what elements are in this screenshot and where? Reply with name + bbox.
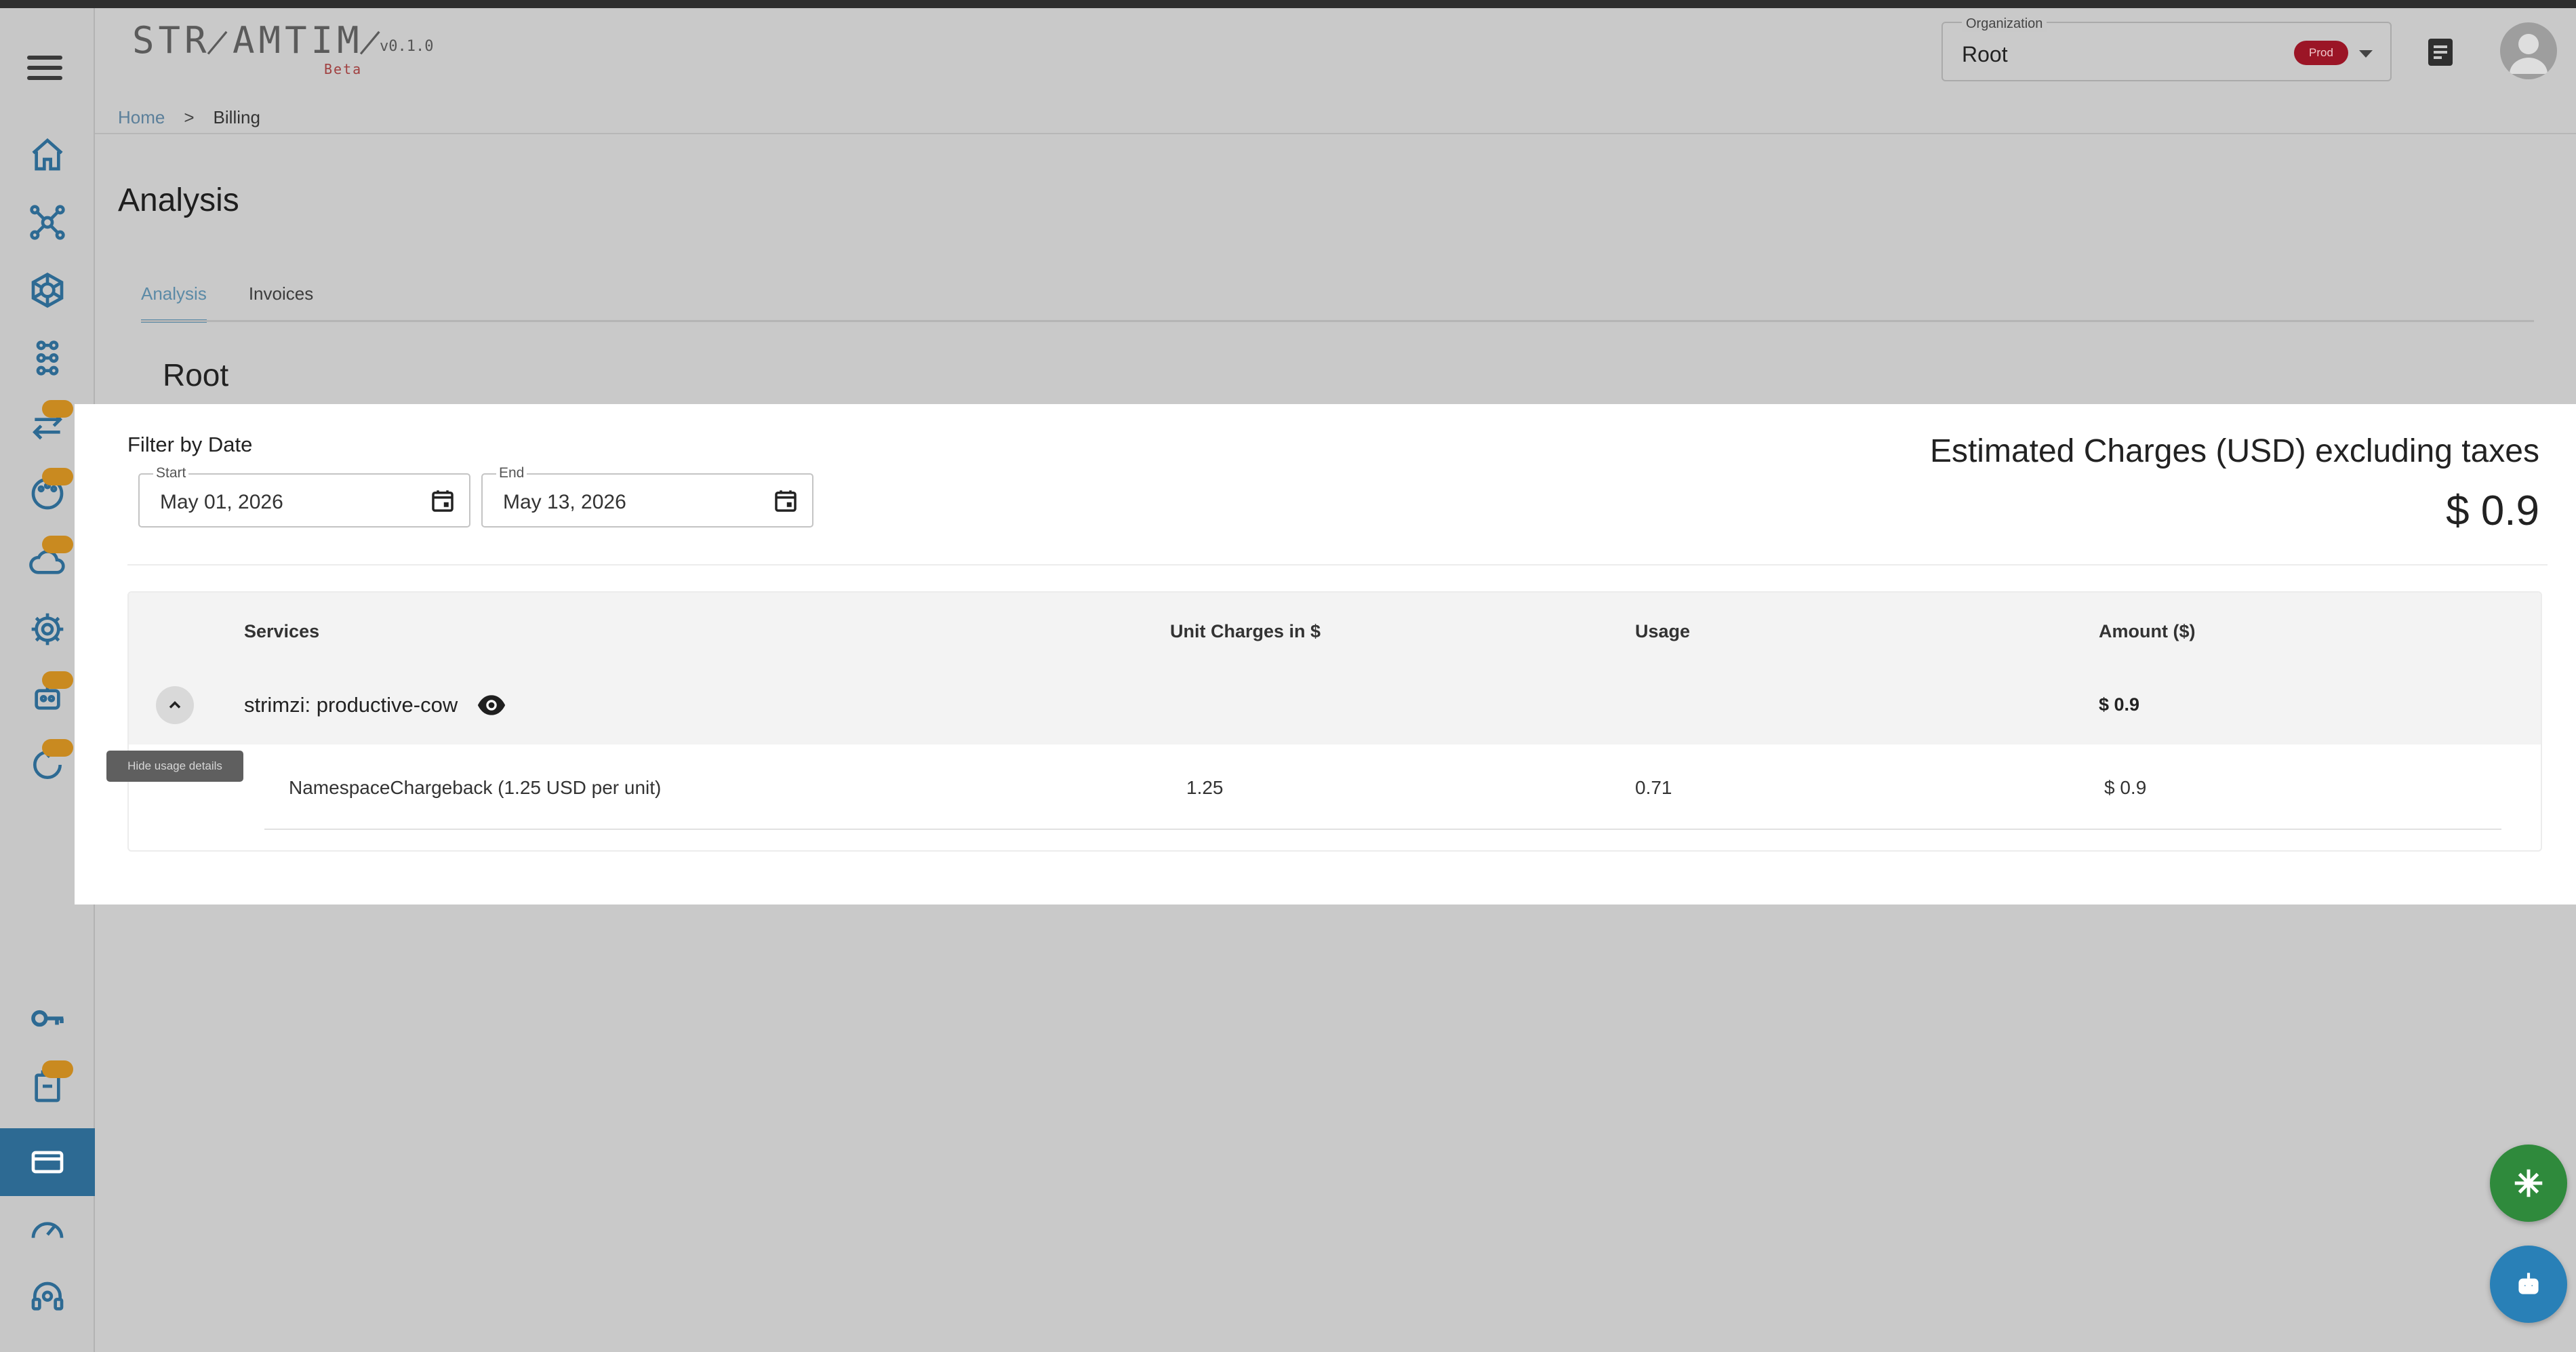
start-date-label: Start bbox=[153, 465, 189, 481]
speed-icon bbox=[31, 1222, 64, 1238]
sidebar-item-speed[interactable] bbox=[0, 1196, 95, 1264]
notification-badge bbox=[42, 536, 73, 553]
estimated-charges-label: Estimated Charges (USD) excluding taxes bbox=[1929, 433, 2539, 469]
billing-analysis-panel: Filter by Date Start May 01, 2026 End Ma… bbox=[75, 404, 2576, 904]
sidebar-item-cluster[interactable] bbox=[0, 324, 95, 392]
support-icon bbox=[31, 1281, 64, 1311]
logo-version: v0.1.0 bbox=[380, 38, 434, 55]
estimated-charges-value: $ 0.9 bbox=[2446, 488, 2539, 534]
sidebar-item-network[interactable] bbox=[0, 188, 95, 256]
row-divider bbox=[264, 829, 2501, 830]
breadcrumb-divider bbox=[95, 133, 2576, 134]
document-icon[interactable] bbox=[2427, 37, 2454, 67]
cluster-icon bbox=[36, 340, 59, 376]
column-header-usage: Usage bbox=[1635, 621, 1691, 641]
organization-label: Organization bbox=[1962, 16, 2047, 32]
end-date-field[interactable]: End May 13, 2026 bbox=[481, 465, 813, 528]
row-unit-charge: 1.25 bbox=[1186, 777, 1224, 798]
tab-invoices[interactable]: Invoices bbox=[249, 283, 313, 323]
organization-heading: Root bbox=[163, 357, 229, 393]
credit-card-icon bbox=[31, 1151, 64, 1174]
tooltip: Hide usage details bbox=[106, 751, 243, 782]
helm-wheel-icon bbox=[31, 272, 64, 309]
collapse-button[interactable] bbox=[156, 686, 194, 724]
organization-value: Root bbox=[1962, 42, 2008, 66]
robot-icon bbox=[2518, 1273, 2539, 1294]
prod-badge: Prod bbox=[2294, 41, 2348, 65]
notification-badge bbox=[42, 739, 73, 757]
calendar-icon[interactable] bbox=[771, 487, 800, 515]
menu-icon[interactable] bbox=[27, 56, 62, 83]
chevron-down-icon bbox=[2359, 50, 2373, 58]
sidebar-item-clipboard[interactable] bbox=[0, 1052, 95, 1120]
notification-badge bbox=[42, 400, 73, 418]
row-usage: 0.71 bbox=[1635, 777, 1672, 798]
tabs-divider bbox=[141, 320, 2534, 322]
user-avatar[interactable] bbox=[2500, 22, 2557, 79]
end-date-value: May 13, 2026 bbox=[503, 491, 626, 513]
filter-by-date-label: Filter by Date bbox=[127, 433, 253, 456]
table-header: Services Unit Charges in $ Usage Amount … bbox=[129, 593, 2541, 666]
breadcrumb: Home > Billing bbox=[118, 107, 260, 128]
key-icon bbox=[31, 1010, 64, 1027]
sidebar-item-home[interactable] bbox=[0, 121, 95, 188]
service-group-amount: $ 0.9 bbox=[2099, 694, 2140, 715]
notification-badge bbox=[42, 671, 73, 689]
home-icon bbox=[32, 138, 63, 171]
sidebar-item-support[interactable] bbox=[0, 1264, 95, 1332]
sidebar-item-helm[interactable] bbox=[0, 256, 95, 324]
sparkle-icon bbox=[2514, 1169, 2543, 1197]
organization-select[interactable]: Organization Root Prod bbox=[1941, 16, 2392, 81]
tab-bar: Analysis Invoices bbox=[141, 283, 313, 323]
breadcrumb-home[interactable]: Home bbox=[118, 107, 165, 128]
start-date-field[interactable]: Start May 01, 2026 bbox=[138, 465, 470, 528]
column-header-amount: Amount ($) bbox=[2099, 621, 2196, 641]
logo-beta-tag: Beta bbox=[324, 61, 363, 77]
breadcrumb-current: Billing bbox=[213, 107, 260, 127]
sidebar-item-keys[interactable] bbox=[0, 985, 95, 1052]
notification-badge bbox=[42, 468, 73, 485]
chatbot-button[interactable] bbox=[2490, 1246, 2567, 1323]
page-title: Analysis bbox=[118, 182, 239, 218]
tab-analysis[interactable]: Analysis bbox=[141, 283, 207, 323]
end-date-label: End bbox=[496, 465, 527, 481]
service-group-name: strimzi: productive-cow bbox=[244, 693, 458, 717]
row-amount: $ 0.9 bbox=[2104, 777, 2147, 798]
app-logo[interactable]: STR̷AMTIM̷ v0.1.0 Beta bbox=[132, 19, 437, 80]
top-bar bbox=[0, 0, 2576, 8]
calendar-icon[interactable] bbox=[428, 487, 457, 515]
settings-icon bbox=[31, 613, 64, 645]
service-group-row: strimzi: productive-cow $ 0.9 bbox=[129, 666, 2541, 744]
charges-table: Services Unit Charges in $ Usage Amount … bbox=[127, 591, 2542, 852]
network-icon bbox=[30, 205, 65, 240]
column-header-unit-charges: Unit Charges in $ bbox=[1170, 621, 1321, 641]
panel-divider bbox=[127, 564, 2548, 565]
chevron-up-icon bbox=[169, 701, 181, 709]
notification-badge bbox=[42, 1060, 73, 1078]
table-row: NamespaceChargeback (1.25 USD per unit) … bbox=[129, 744, 2541, 830]
row-service: NamespaceChargeback (1.25 USD per unit) bbox=[289, 777, 662, 798]
breadcrumb-separator: > bbox=[184, 107, 195, 127]
eye-icon[interactable] bbox=[475, 690, 508, 720]
column-header-services: Services bbox=[244, 621, 320, 641]
sidebar-item-billing[interactable] bbox=[0, 1128, 95, 1196]
start-date-value: May 01, 2026 bbox=[160, 491, 283, 513]
ai-assistant-button[interactable] bbox=[2490, 1145, 2567, 1222]
